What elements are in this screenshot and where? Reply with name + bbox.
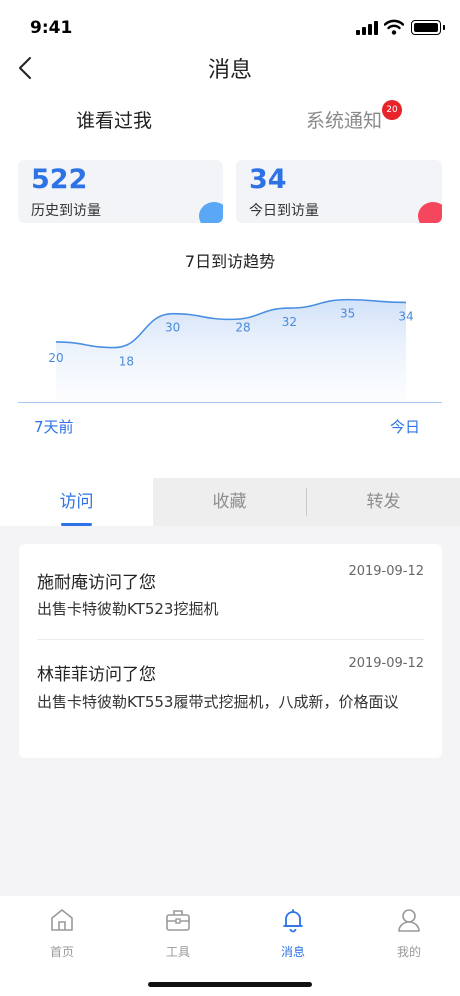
list-item[interactable]: 林菲菲访问了您 2019-09-12 出售卡特彼勒KT553履带式挖掘机，八成新… xyxy=(37,640,424,758)
chart-baseline xyxy=(18,402,442,403)
visit-date: 2019-09-12 xyxy=(348,656,424,671)
status-time: 9:41 xyxy=(30,18,73,38)
signal-icon xyxy=(356,21,378,35)
home-icon xyxy=(51,909,73,931)
range-start-label: 7天前 xyxy=(34,418,74,436)
wifi-icon xyxy=(384,19,404,35)
today-visits-value: 34 xyxy=(249,164,287,195)
tab-favorites[interactable]: 收藏 xyxy=(153,478,306,526)
visit-description: 出售卡特彼勒KT553履带式挖掘机，八成新，价格面议 xyxy=(37,693,399,711)
data-label: 32 xyxy=(282,315,297,329)
history-visits-label: 历史到访量 xyxy=(31,203,101,219)
visit-description: 出售卡特彼勒KT523挖掘机 xyxy=(37,600,219,618)
visit-list: 施耐庵访问了您 2019-09-12 出售卡特彼勒KT523挖掘机 林菲菲访问了… xyxy=(19,544,442,758)
toolbox-icon xyxy=(166,910,190,931)
tabbar-mine-label: 我的 xyxy=(396,945,421,959)
data-label: 30 xyxy=(165,321,180,335)
data-label: 18 xyxy=(119,355,134,369)
segment-who-viewed-me[interactable]: 谁看过我 xyxy=(76,106,152,133)
today-blob-decoration xyxy=(418,202,442,223)
tab-shares[interactable]: 转发 xyxy=(307,478,460,526)
tab-shares-label: 转发 xyxy=(366,492,401,512)
history-blob-decoration xyxy=(199,202,223,223)
status-bar: 9:41 xyxy=(0,0,460,56)
tabbar-messages-label: 消息 xyxy=(280,945,305,959)
visit-date: 2019-09-12 xyxy=(348,564,424,579)
notification-count-badge: 20 xyxy=(382,100,402,120)
tab-visits[interactable]: 访问 xyxy=(0,478,153,526)
tabbar-tools[interactable]: 工具 xyxy=(138,906,218,960)
data-label: 28 xyxy=(235,320,250,334)
active-tab-indicator xyxy=(61,523,92,526)
tab-visits-label: 访问 xyxy=(59,492,94,512)
history-visits-value: 522 xyxy=(31,164,88,195)
bell-icon xyxy=(283,909,303,933)
battery-icon xyxy=(411,20,445,35)
tab-favorites-label: 收藏 xyxy=(212,492,247,512)
tabbar-mine[interactable]: 我的 xyxy=(369,906,449,960)
tabbar-tools-label: 工具 xyxy=(165,945,190,959)
activity-tabs: 访问 收藏 转发 xyxy=(0,478,460,526)
today-visits-card: 34 今日到访量 xyxy=(236,160,442,223)
bottom-tab-bar: 首页 工具 消息 我的 xyxy=(0,896,460,996)
data-label: 35 xyxy=(340,307,355,321)
page-title: 消息 xyxy=(207,58,252,83)
visitor-name: 施耐庵访问了您 xyxy=(37,573,156,593)
tabbar-home[interactable]: 首页 xyxy=(22,906,102,960)
home-indicator xyxy=(148,982,312,987)
user-icon xyxy=(398,909,420,932)
segment-system-notifications[interactable]: 系统通知 xyxy=(306,106,382,133)
tabbar-messages[interactable]: 消息 xyxy=(253,906,333,960)
data-label: 34 xyxy=(398,309,413,323)
today-visits-label: 今日到访量 xyxy=(249,203,319,219)
trend-chart: 20 18 30 28 32 35 34 xyxy=(48,298,414,401)
history-visits-card: 522 历史到访量 xyxy=(18,160,223,223)
list-item[interactable]: 施耐庵访问了您 2019-09-12 出售卡特彼勒KT523挖掘机 xyxy=(37,544,424,640)
chart-title: 7日到访趋势 xyxy=(184,252,276,271)
range-end-label: 今日 xyxy=(390,418,421,436)
tabbar-home-label: 首页 xyxy=(49,945,74,959)
visitor-name: 林菲菲访问了您 xyxy=(37,665,156,685)
data-label: 20 xyxy=(48,351,63,365)
